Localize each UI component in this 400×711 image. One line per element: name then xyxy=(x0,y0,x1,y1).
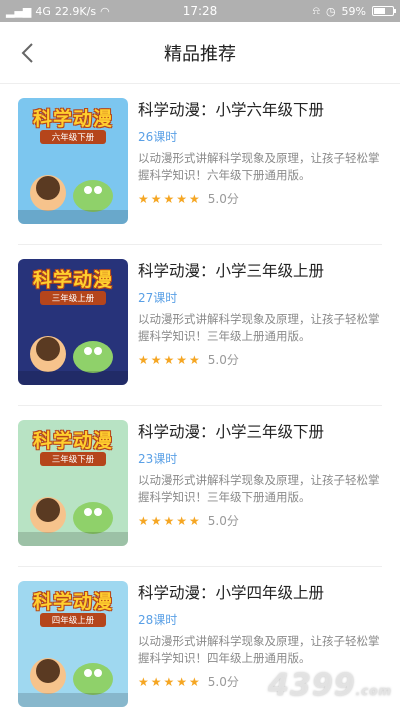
cover-title: 科学动漫 xyxy=(32,108,113,130)
cover-title: 科学动漫 xyxy=(32,591,113,613)
page-title: 精品推荐 xyxy=(164,43,236,65)
course-item[interactable]: 科学动漫 六年级下册 科学动漫：小学六年级下册 26课时 以动漫形式讲解科学现象… xyxy=(18,84,382,245)
star-rating-icon: ★★★★★ xyxy=(138,191,202,206)
back-button[interactable] xyxy=(10,36,44,70)
star-rating-icon: ★★★★★ xyxy=(138,352,202,367)
course-item[interactable]: 科学动漫 三年级下册 科学动漫：小学三年级下册 23课时 以动漫形式讲解科学现象… xyxy=(18,406,382,567)
course-cover[interactable]: 科学动漫 三年级下册 xyxy=(18,420,128,546)
cover-title: 科学动漫 xyxy=(32,269,113,291)
course-description: 以动漫形式讲解科学现象及原理，让孩子轻松掌握科学知识！三年级下册通用版。 xyxy=(138,473,380,504)
rating: ★★★★★ 5.0分 xyxy=(138,351,382,368)
watermark-logo: 4399.com xyxy=(268,668,392,703)
course-cover[interactable]: 科学动漫 四年级上册 xyxy=(18,581,128,707)
rating: ★★★★★ 5.0分 xyxy=(138,512,382,529)
course-info: 科学动漫：小学三年级上册 27课时 以动漫形式讲解科学现象及原理，让孩子轻松掌握… xyxy=(138,259,382,368)
course-title[interactable]: 科学动漫：小学三年级下册 xyxy=(138,422,382,442)
course-description: 以动漫形式讲解科学现象及原理，让孩子轻松掌握科学知识！三年级上册通用版。 xyxy=(138,312,380,343)
cover-subtitle: 四年级上册 xyxy=(40,613,106,627)
rating: ★★★★★ 5.0分 xyxy=(138,190,382,207)
rating-score: 5.0分 xyxy=(207,353,239,367)
cover-title: 科学动漫 xyxy=(32,430,113,452)
course-description: 以动漫形式讲解科学现象及原理，让孩子轻松掌握科学知识！六年级下册通用版。 xyxy=(138,151,380,182)
lesson-count: 23课时 xyxy=(138,452,178,466)
course-title[interactable]: 科学动漫：小学四年级上册 xyxy=(138,583,382,603)
rating-score: 5.0分 xyxy=(207,514,239,528)
course-list: 科学动漫 六年级下册 科学动漫：小学六年级下册 26课时 以动漫形式讲解科学现象… xyxy=(0,84,400,711)
rating-score: 5.0分 xyxy=(207,675,239,689)
nav-bar: 精品推荐 xyxy=(0,22,400,84)
course-item[interactable]: 科学动漫 三年级上册 科学动漫：小学三年级上册 27课时 以动漫形式讲解科学现象… xyxy=(18,245,382,406)
status-time: 17:28 xyxy=(182,4,218,18)
star-rating-icon: ★★★★★ xyxy=(138,674,202,689)
star-rating-icon: ★★★★★ xyxy=(138,513,202,528)
lesson-count: 28课时 xyxy=(138,613,178,627)
cover-subtitle: 三年级下册 xyxy=(40,452,106,466)
course-title[interactable]: 科学动漫：小学六年级下册 xyxy=(138,100,382,120)
course-info: 科学动漫：小学六年级下册 26课时 以动漫形式讲解科学现象及原理，让孩子轻松掌握… xyxy=(138,98,382,207)
course-description: 以动漫形式讲解科学现象及原理，让孩子轻松掌握科学知识！四年级上册通用版。 xyxy=(138,634,380,665)
status-bar: ▂▄▆ 4G 22.9K/s ◠ 17:28 ⍾ ◷ 59% xyxy=(0,0,400,22)
lesson-count: 27课时 xyxy=(138,291,178,305)
chevron-left-icon xyxy=(21,43,33,63)
battery-icon xyxy=(372,6,396,16)
course-title[interactable]: 科学动漫：小学三年级上册 xyxy=(138,261,382,281)
course-cover[interactable]: 科学动漫 六年级下册 xyxy=(18,98,128,224)
cover-subtitle: 三年级上册 xyxy=(40,291,106,305)
lesson-count: 26课时 xyxy=(138,130,178,144)
cover-subtitle: 六年级下册 xyxy=(40,130,106,144)
rating-score: 5.0分 xyxy=(207,192,239,206)
course-cover[interactable]: 科学动漫 三年级上册 xyxy=(18,259,128,385)
course-info: 科学动漫：小学三年级下册 23课时 以动漫形式讲解科学现象及原理，让孩子轻松掌握… xyxy=(138,420,382,529)
battery-fill xyxy=(374,8,385,14)
